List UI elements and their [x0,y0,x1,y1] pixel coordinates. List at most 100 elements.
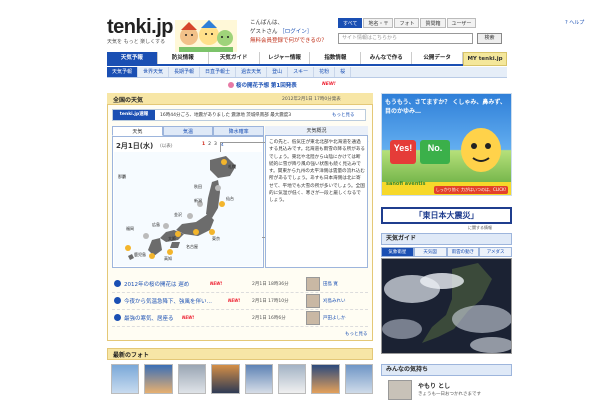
ad-character-illustration [461,128,501,172]
tab-precip[interactable]: 降水確率 [213,126,265,136]
search-input[interactable]: サイト情報はこちらから [338,33,473,44]
tab-rain-radar[interactable]: 雨雲の動き [446,247,480,257]
tenki-logo[interactable]: tenki.jp [107,16,174,39]
author-avatar[interactable] [306,311,320,325]
ad-yes-button[interactable]: Yes! [390,140,416,164]
search-tab-place[interactable]: 地名・〒 [363,18,394,28]
ad-brand: sanofi aventis [386,181,426,187]
tagline: 天気を もっと 楽しくする [107,39,166,45]
photo-thumb[interactable] [177,364,207,394]
ad-caption: もうもう、さてますか？ くしゃみ、鼻みず、目のかゆみ… [385,99,507,115]
subnav-forecast[interactable]: 天気予報 [107,67,139,77]
earthquake-banner-sub: に関する情報 [468,225,492,230]
photo-title: 最新のフォト [113,352,150,359]
help-icon: ? [565,20,568,26]
new-badge: NEW! [322,82,336,87]
search-tab-all[interactable]: すべて [338,18,363,28]
ad-click-button[interactable]: しっかり効く 力がはいつのは、CLICK! [434,186,508,194]
tab-amedas[interactable]: アメダス [479,247,512,257]
nav-index[interactable]: 指数情報 [310,52,362,64]
tab-weather-chart[interactable]: 天気図 [413,247,447,257]
city-naha[interactable]: 那覇 [118,174,126,180]
login-link[interactable]: ［ログイン］ [279,29,312,35]
earthquake-banner[interactable]: 「東日本大震災」 [381,207,512,224]
city-fukuoka[interactable]: 福岡 [126,226,134,232]
subnav-past[interactable]: 過去天気 [236,67,268,77]
photo-thumb[interactable] [144,364,173,394]
minna-avatar[interactable] [388,380,412,400]
subnav-ski[interactable]: スキー [288,67,315,77]
city-kagoshima[interactable]: 鹿児島 [134,252,146,258]
photo-thumb[interactable] [211,364,240,394]
summary-title: 天気概況 [265,126,368,136]
minna-name[interactable]: やもり とし [418,381,450,390]
issued-time: 2012年2月1日 17時0分発表 [282,97,341,102]
news-icon [114,314,121,321]
nav-data[interactable]: 公開データ [412,52,464,64]
quake-more-link[interactable]: もっと見る [332,112,355,118]
ad-no-button[interactable]: No. [420,140,450,164]
weather-map-tabs: 天気 気温 降水確率 [112,126,265,136]
city-sapporo[interactable]: 札幌 [228,164,236,170]
news-item[interactable]: 今夜から気温急降下、強風を伴い… NEW! 2月1日 17時10分 刈島みれい [112,293,368,310]
search-tab-qa[interactable]: 質問箱 [420,18,446,28]
right-guide-tabs: 気象衛星 天気図 雨雲の動き アメダス [381,247,512,257]
mascot-illustration [175,20,237,56]
search-tab-user[interactable]: ユーザー [446,18,477,28]
right-guide-title: 天気ガイド [381,233,512,245]
panel-title: 全国の天気 [113,97,144,104]
nav-disaster[interactable]: 防災情報 [158,52,209,64]
quake-badge: tenki.jp速報 [113,110,155,120]
subnav-daily[interactable]: 日直予報士 [200,67,237,77]
subnav-long[interactable]: 長期予報 [169,67,201,77]
photo-thumb[interactable] [111,364,140,394]
register-link[interactable]: 無料会員登録で何ができるの？ [250,37,327,46]
city-kanazawa[interactable]: 金沢 [174,212,182,218]
tab-temperature[interactable]: 気温 [162,126,214,136]
nav-forecast[interactable]: 天気予報 [107,52,158,64]
sub-nav: 天気予報 世界天気 長期予報 日直予報士 過去天気 登山 スキー 花粉 桜 [107,67,507,78]
news-icon [114,297,121,304]
city-niigata[interactable]: 新潟 [194,198,202,204]
city-nagoya[interactable]: 名古屋 [186,244,198,250]
subnav-pollen[interactable]: 花粉 [314,67,336,77]
tab-satellite[interactable]: 気象衛星 [381,247,414,257]
news-more-link[interactable]: もっと見る [345,331,368,337]
sakura-icon [228,82,234,88]
search-tab-photo[interactable]: フォト [394,18,420,28]
japan-weather-map[interactable]: 札幌 秋田 仙台 新潟 金沢 名古屋 東京 大阪 広島 高知 福岡 鹿児島 那覇 [114,152,262,266]
main-nav: 天気予報 防災情報 天気ガイド レジャー情報 指数情報 みんなで作る 公開データ [107,52,507,66]
city-tokyo[interactable]: 東京 [212,236,220,242]
news-icon [114,280,121,287]
search-button[interactable]: 検索 [477,33,502,44]
nav-community[interactable]: みんなで作る [361,52,413,64]
photo-thumb[interactable] [244,364,273,394]
help-link[interactable]: ? ヘルプ [565,19,584,26]
sakura-forecast-link[interactable]: 桜の開花予想 第1回発表 [236,81,297,89]
author-avatar[interactable] [306,294,320,308]
photo-thumb[interactable] [311,364,340,394]
satellite-image[interactable] [381,258,512,354]
search-scope-tabs: すべて 地名・〒 フォト 質問箱 ユーザー [338,18,477,28]
quake-text[interactable]: 16時44分ごろ、地震がありました 震源地 茨城県南部 最大震度3 [160,112,291,118]
author-avatar[interactable] [306,277,320,291]
photo-thumb[interactable] [277,364,307,394]
subnav-world[interactable]: 世界天気 [138,67,170,77]
subnav-mountain[interactable]: 登山 [267,67,289,77]
my-tenki-button[interactable]: MY tenki.jp [463,52,507,66]
nav-leisure[interactable]: レジャー情報 [260,52,311,64]
photo-thumb[interactable] [344,364,373,394]
city-osaka[interactable]: 大阪 [168,236,176,242]
city-sendai[interactable]: 仙台 [226,196,234,202]
subnav-sakura[interactable]: 桜 [335,67,352,77]
minna-title: みんなの気持ち [381,364,512,376]
nav-guide[interactable]: 天気ガイド [209,52,260,64]
news-item[interactable]: 最強の寒気、居座る NEW! 2月1日 16時6分 戸田よしか [112,310,368,327]
summary-text: この先と、低気圧が東北北部や北海道を通過する見込みです。北海道も雨雪の降る所があ… [269,140,366,204]
city-hiroshima[interactable]: 広島 [152,222,160,228]
tab-weather[interactable]: 天気 [112,126,163,136]
city-kochi[interactable]: 高知 [164,256,172,262]
greeting-block: こんばんは、 ゲストさん ［ログイン］ 無料会員登録で何ができるの？ [250,20,327,46]
city-akita[interactable]: 秋田 [194,184,202,190]
news-item[interactable]: 2012年の桜の開花は 遅め NEW! 2月1日 18時36分 田島 寛 [112,276,368,293]
